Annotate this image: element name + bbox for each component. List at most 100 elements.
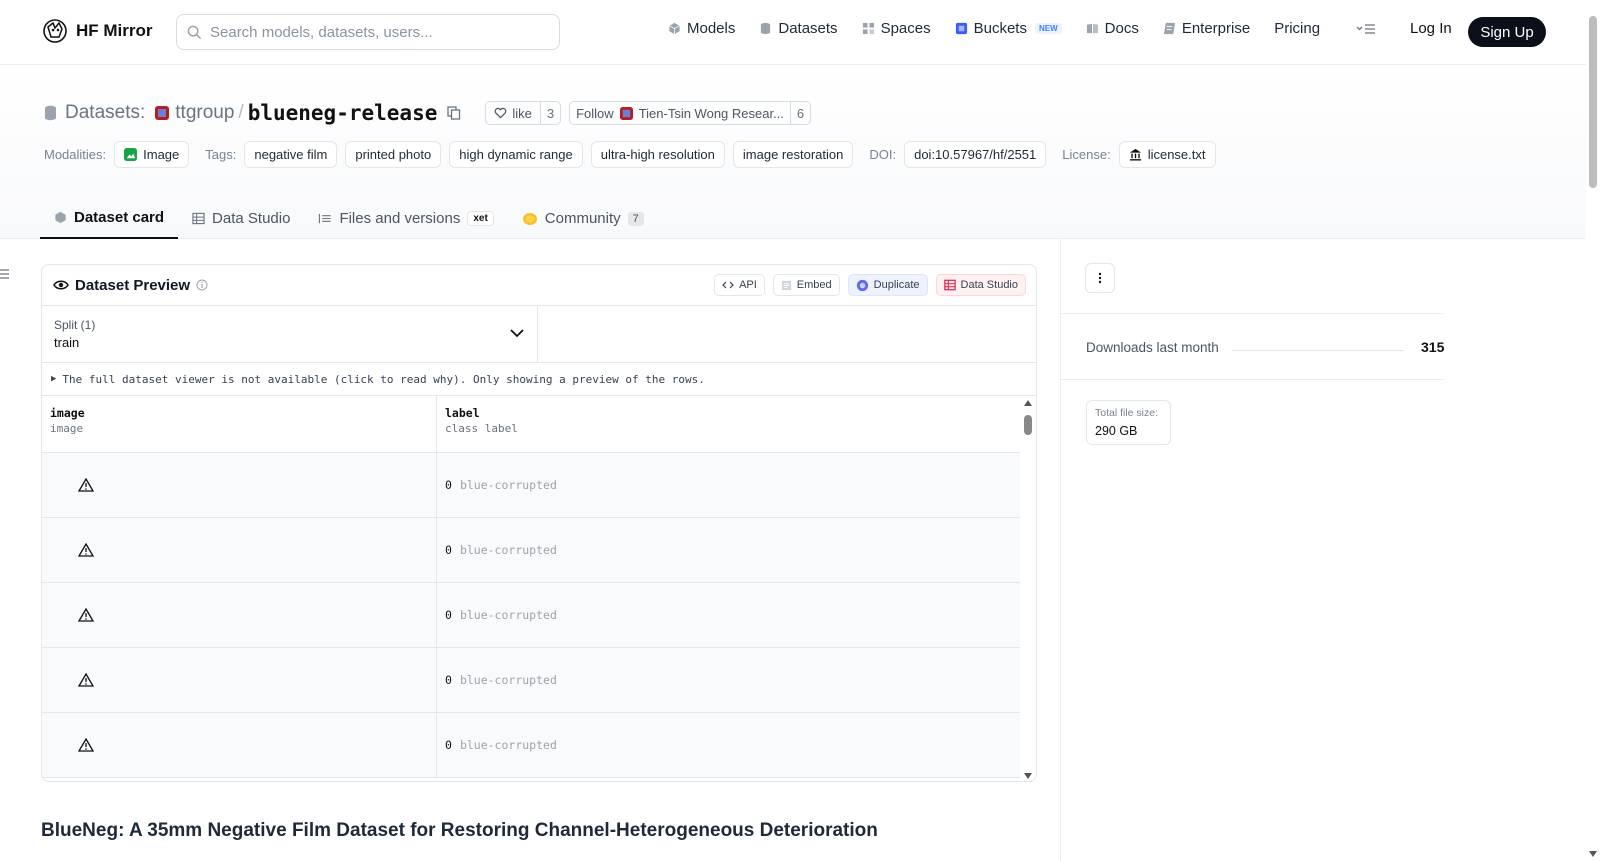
like-label: like bbox=[512, 105, 532, 121]
more-menu-icon bbox=[1356, 24, 1375, 34]
search-input[interactable] bbox=[210, 23, 540, 41]
follow-org-name: Tien-Tsin Wong Resear... bbox=[638, 105, 784, 121]
scroll-down-arrow-icon[interactable] bbox=[1589, 851, 1597, 857]
split-select[interactable]: Split (1) train bbox=[42, 306, 538, 362]
label-name: blue-corrupted bbox=[459, 738, 557, 752]
login-link[interactable]: Log In bbox=[1410, 20, 1452, 37]
tab-community[interactable]: Community 7 bbox=[508, 198, 658, 239]
viewer-notice[interactable]: ▶ The full dataset viewer is not availab… bbox=[42, 363, 1036, 396]
table-row[interactable]: 0 blue-corrupted bbox=[42, 713, 1022, 778]
nav-models-label: Models bbox=[687, 20, 736, 37]
image-cell[interactable] bbox=[42, 518, 437, 582]
copy-icon[interactable] bbox=[447, 106, 461, 120]
label-index: 0 bbox=[445, 478, 452, 492]
table-row[interactable]: 0 blue-corrupted bbox=[42, 583, 1022, 648]
search-box[interactable] bbox=[176, 14, 560, 50]
file-size-label: Total file size: bbox=[1095, 407, 1159, 419]
scroll-up-arrow-icon[interactable] bbox=[1024, 400, 1032, 406]
nav-enterprise[interactable]: Enterprise bbox=[1163, 20, 1250, 37]
repo-org-link[interactable]: ttgroup bbox=[175, 102, 234, 124]
tag-chip[interactable]: ultra-high resolution bbox=[590, 141, 725, 168]
new-badge: NEW bbox=[1034, 23, 1062, 34]
nav-pricing[interactable]: Pricing bbox=[1274, 20, 1320, 37]
vertical-dots-icon bbox=[1098, 272, 1102, 284]
tab-data-studio-label: Data Studio bbox=[212, 210, 291, 227]
page-scrollbar-thumb[interactable] bbox=[1589, 16, 1597, 188]
nav-enterprise-label: Enterprise bbox=[1181, 20, 1251, 37]
license-chip[interactable]: license.txt bbox=[1118, 141, 1216, 168]
info-icon[interactable] bbox=[196, 279, 208, 291]
tag-chip[interactable]: high dynamic range bbox=[449, 141, 583, 168]
duplicate-button[interactable]: Duplicate bbox=[847, 274, 928, 296]
code-icon bbox=[722, 281, 734, 289]
community-icon bbox=[522, 212, 537, 225]
doi-chip[interactable]: doi:10.57967/hf/2551 bbox=[904, 141, 1047, 168]
signup-button[interactable]: Sign Up bbox=[1468, 17, 1546, 47]
column-divider bbox=[1060, 239, 1061, 861]
label-index: 0 bbox=[445, 608, 452, 622]
image-cell[interactable] bbox=[42, 583, 437, 647]
scroll-down-arrow-icon[interactable] bbox=[1024, 773, 1032, 779]
nav-buckets[interactable]: Buckets NEW bbox=[955, 20, 1062, 37]
sidebar-divider bbox=[1060, 379, 1443, 380]
nav-docs-label: Docs bbox=[1104, 20, 1139, 37]
org-avatar-icon bbox=[155, 106, 170, 120]
options-menu-button[interactable] bbox=[1085, 263, 1115, 293]
api-button[interactable]: API bbox=[714, 274, 765, 296]
nav-models[interactable]: Models bbox=[668, 20, 735, 37]
more-menu-button[interactable] bbox=[1356, 22, 1376, 38]
nav-pricing-label: Pricing bbox=[1274, 20, 1321, 37]
license-label: License: bbox=[1062, 147, 1111, 162]
image-cell[interactable] bbox=[42, 453, 437, 517]
xet-badge: xet bbox=[467, 211, 494, 226]
cube-icon bbox=[669, 22, 680, 35]
cube-icon bbox=[55, 211, 66, 224]
chevron-down-icon bbox=[510, 329, 524, 338]
like-button[interactable]: like 3 bbox=[485, 101, 562, 125]
label-cell[interactable]: 0 blue-corrupted bbox=[437, 583, 1022, 647]
repo-tabs: Dataset card Data Studio Files and versi… bbox=[40, 198, 658, 239]
column-type: class label bbox=[445, 422, 518, 435]
label-cell[interactable]: 0 blue-corrupted bbox=[437, 518, 1022, 582]
image-cell[interactable] bbox=[42, 648, 437, 712]
tag-chip[interactable]: negative film bbox=[244, 141, 338, 168]
table-row[interactable]: 0 blue-corrupted bbox=[42, 518, 1022, 583]
image-cell[interactable] bbox=[42, 713, 437, 777]
label-index: 0 bbox=[445, 738, 452, 752]
org-avatar-icon bbox=[619, 106, 633, 120]
scrollbar-thumb[interactable] bbox=[1024, 415, 1032, 435]
repo-name[interactable]: blueneg-release bbox=[248, 101, 438, 125]
license-value: license.txt bbox=[1147, 147, 1206, 162]
tab-dataset-card[interactable]: Dataset card bbox=[40, 198, 179, 239]
page-scrollbar[interactable] bbox=[1586, 0, 1600, 861]
downloads-label: Downloads last month bbox=[1086, 340, 1219, 355]
tab-data-studio[interactable]: Data Studio bbox=[178, 198, 304, 239]
nav-datasets[interactable]: Datasets bbox=[759, 20, 838, 37]
warning-icon bbox=[78, 673, 94, 687]
tag-chip[interactable]: image restoration bbox=[732, 141, 854, 168]
duplicate-label: Duplicate bbox=[873, 279, 920, 291]
tag-chip[interactable]: printed photo bbox=[345, 141, 442, 168]
nav-links: Models Datasets Spaces Buckets NEW Docs … bbox=[668, 20, 1344, 37]
label-cell[interactable]: 0 blue-corrupted bbox=[437, 713, 1022, 777]
column-header-image[interactable]: image image bbox=[42, 396, 437, 452]
preview-table: image image label class label 0 blue-corr… bbox=[42, 396, 1036, 781]
follow-button[interactable]: Follow Tien-Tsin Wong Resear... 6 bbox=[569, 101, 812, 125]
label-cell[interactable]: 0 blue-corrupted bbox=[437, 453, 1022, 517]
column-header-label[interactable]: label class label bbox=[437, 396, 1022, 452]
table-row[interactable]: 0 blue-corrupted bbox=[42, 453, 1022, 518]
logo[interactable]: HF Mirror bbox=[42, 18, 153, 44]
repo-title-row: Datasets: ttgroup / blueneg-release like… bbox=[44, 101, 812, 125]
nav-docs[interactable]: Docs bbox=[1086, 20, 1139, 37]
table-row[interactable]: 0 blue-corrupted bbox=[42, 648, 1022, 713]
embed-label: Embed bbox=[796, 279, 832, 291]
sidebar-toggle-icon[interactable] bbox=[0, 268, 9, 282]
embed-button[interactable]: Embed bbox=[772, 274, 840, 296]
table-scrollbar[interactable] bbox=[1020, 396, 1036, 781]
nav-spaces[interactable]: Spaces bbox=[862, 20, 931, 37]
data-studio-button[interactable]: Data Studio bbox=[935, 274, 1026, 296]
tab-files-versions[interactable]: Files and versions xet bbox=[304, 198, 507, 239]
modality-chip-image[interactable]: Image bbox=[114, 141, 190, 168]
preview-title: Dataset Preview bbox=[75, 276, 191, 294]
label-cell[interactable]: 0 blue-corrupted bbox=[437, 648, 1022, 712]
